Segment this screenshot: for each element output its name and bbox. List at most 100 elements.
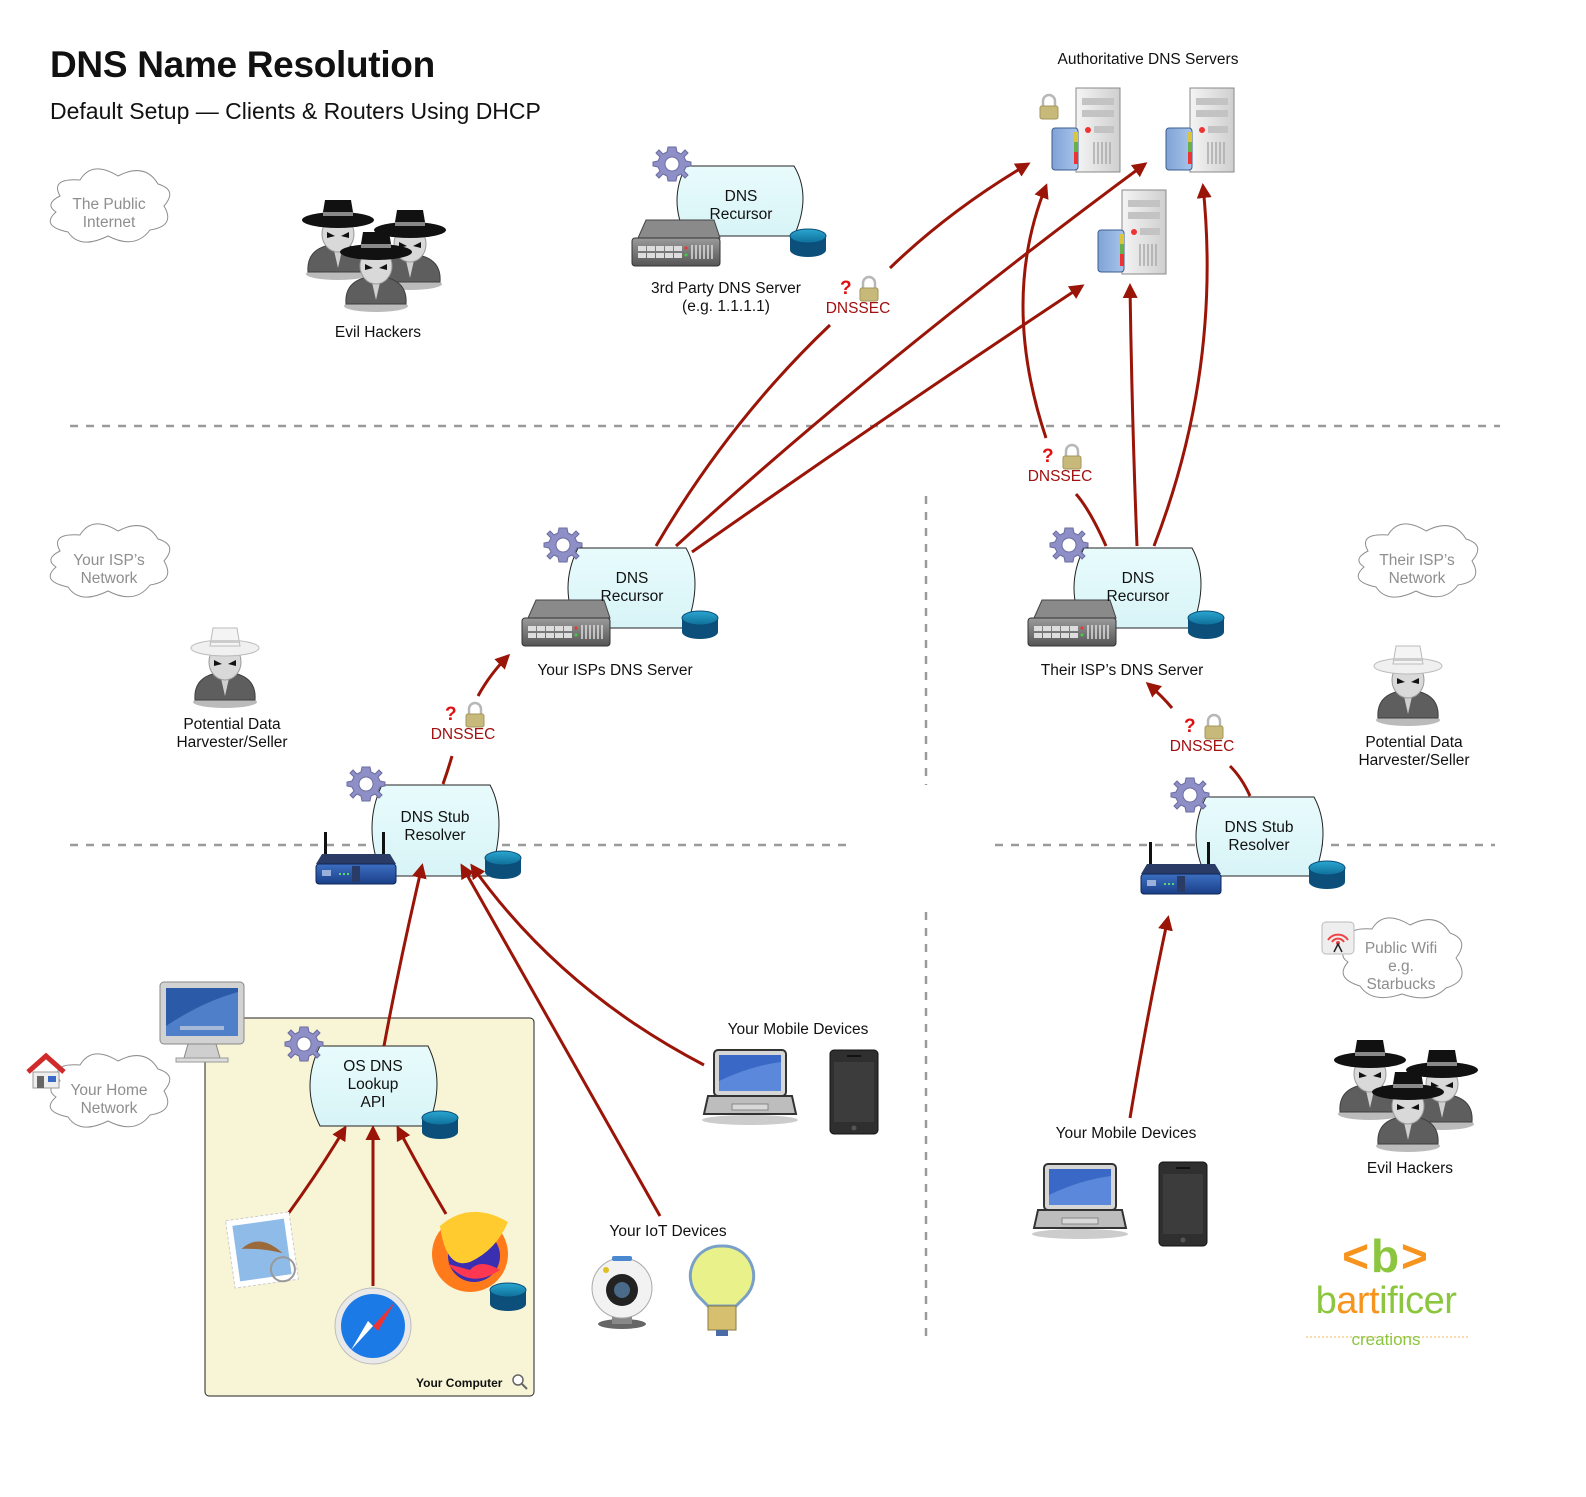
- arrow-thirdparty-auth: [888, 162, 1031, 270]
- zone-label-line: Your ISP’s: [73, 552, 145, 569]
- dnssec-badge-thirdparty: ? DNSSEC: [818, 278, 898, 318]
- label-line: Potential Data: [1365, 734, 1463, 751]
- pill-line: Recursor: [1106, 588, 1170, 605]
- pill-line: Resolver: [1228, 837, 1290, 854]
- your-computer-label: Your Computer: [416, 1376, 503, 1390]
- evil-hackers-label-top: Evil Hackers: [334, 324, 422, 341]
- third-party-recursor-text: DNS Recursor: [690, 188, 792, 224]
- label-line: Harvester/Seller: [1358, 752, 1470, 769]
- router-icon-home: [315, 831, 397, 885]
- logo-word-part: b: [1315, 1280, 1337, 1322]
- arrow-wifimobile-stub: [1128, 915, 1173, 1119]
- question-mark-icon: ?: [1184, 716, 1196, 737]
- cache-icon-home-stub: [484, 850, 522, 880]
- pill-line: Recursor: [600, 588, 664, 605]
- pill-line: Recursor: [709, 206, 773, 223]
- laptop-icon-home: [701, 1049, 799, 1126]
- gear-icon-wifi-stub: [1170, 777, 1210, 813]
- their-isp-recursor-text: DNS Recursor: [1088, 570, 1188, 606]
- laptop-icon-wifi: [1031, 1163, 1129, 1240]
- logo-wordmark: bartificer: [1300, 1280, 1472, 1322]
- iot-devices-label: Your IoT Devices: [609, 1223, 727, 1240]
- cache-icon-os-api: [421, 1110, 459, 1140]
- gear-icon-your-isp: [543, 527, 583, 563]
- dnssec-label: DNSSEC: [1027, 468, 1093, 485]
- pill-line: DNS: [615, 570, 649, 587]
- arrow-homestub-isp-upper: [476, 653, 511, 697]
- dnssec-badge-wifistub: ? DNSSEC: [1162, 716, 1242, 756]
- zone-label-public-wifi: Public Wifi e.g. Starbucks: [1352, 940, 1450, 994]
- home-stub-resolver-text: DNS Stub Resolver: [385, 809, 485, 845]
- data-harvester-icon-left: [190, 627, 260, 709]
- logo-bracket-close: >: [1401, 1230, 1430, 1282]
- dnssec-label: DNSSEC: [430, 726, 496, 743]
- server-icon-your-isp: [521, 599, 611, 647]
- label-line: 3rd Party DNS Server: [651, 280, 801, 297]
- logo-b: b: [1370, 1230, 1402, 1282]
- evil-hackers-icon-top: [301, 199, 447, 313]
- arrow-wifistub-theirisp-upper: [1145, 682, 1174, 709]
- dnssec-badge-theirisp: ? DNSSEC: [1020, 446, 1100, 486]
- pill-line: DNS: [1121, 570, 1155, 587]
- zone-label-line: e.g.: [1388, 958, 1414, 975]
- pill-line: DNS Stub: [400, 809, 470, 826]
- gear-icon-their-isp: [1049, 527, 1089, 563]
- cache-icon-third-party: [789, 228, 827, 258]
- logo-tagline: creations: [1351, 1330, 1421, 1349]
- lightbulb-icon: [688, 1244, 756, 1336]
- cache-icon-your-isp: [681, 610, 719, 640]
- cache-icon-firefox: [489, 1282, 527, 1312]
- logo-bracket-open: <: [1342, 1230, 1371, 1282]
- zone-label-line: Your Home: [70, 1082, 148, 1099]
- lock-icon-authoritative: [1038, 93, 1060, 121]
- server-icon-their-isp: [1027, 599, 1117, 647]
- mobile-devices-label-wifi: Your Mobile Devices: [1055, 1125, 1197, 1142]
- zone-label-line: Network: [80, 1100, 138, 1117]
- safari-app-icon: [334, 1287, 412, 1365]
- question-mark-icon: ?: [840, 278, 852, 299]
- logo-mark: <b>: [1300, 1232, 1472, 1280]
- gear-icon-home-stub: [346, 766, 386, 802]
- your-isp-recursor-text: DNS Recursor: [582, 570, 682, 606]
- your-isp-server-caption: Your ISPs DNS Server: [537, 662, 693, 679]
- mail-app-icon: [225, 1211, 299, 1289]
- authoritative-server-icon-3: [1097, 189, 1167, 275]
- pill-line: Resolver: [404, 827, 466, 844]
- pill-line: DNS Stub: [1224, 819, 1294, 836]
- zone-label-your-isp: Your ISP’s Network: [60, 552, 158, 588]
- third-party-server-caption: 3rd Party DNS Server (e.g. 1.1.1.1): [634, 280, 818, 316]
- gear-icon-os-api: [284, 1026, 324, 1062]
- cache-icon-their-isp: [1187, 610, 1225, 640]
- pill-line: API: [360, 1094, 386, 1111]
- arrow-theirisp-auth-mid: [1122, 283, 1139, 547]
- arrow-yourisp-auth1: [654, 323, 832, 547]
- label-line: (e.g. 1.1.1.1): [682, 298, 770, 315]
- logo-word-part: ificer: [1379, 1280, 1457, 1322]
- data-harvester-icon-right: [1373, 645, 1443, 727]
- zone-label-line: Starbucks: [1366, 976, 1436, 993]
- authoritative-server-icon-1: [1051, 87, 1121, 173]
- bartificer-logo: <b> bartificer creations: [1300, 1232, 1472, 1350]
- data-harvester-label-left: Potential Data Harvester/Seller: [160, 716, 304, 752]
- zone-label-line: Network: [1388, 570, 1446, 587]
- logo-word-part: art: [1336, 1280, 1380, 1322]
- dnssec-badge-homestub: ? DNSSEC: [423, 704, 503, 744]
- zone-label-line: Public Wifi: [1364, 940, 1438, 957]
- their-isp-server-caption: Their ISP’s DNS Server: [1040, 662, 1204, 679]
- zone-label-line: Internet: [82, 214, 136, 231]
- data-harvester-label-right: Potential Data Harvester/Seller: [1342, 734, 1486, 770]
- zone-label-line: Their ISP’s: [1379, 552, 1455, 569]
- question-mark-icon: ?: [1042, 446, 1054, 467]
- pill-line: Lookup: [347, 1076, 399, 1093]
- authoritative-servers-caption: Authoritative DNS Servers: [1057, 51, 1239, 68]
- wifi-stub-resolver-text: DNS Stub Resolver: [1209, 819, 1309, 855]
- server-icon-third-party: [631, 219, 721, 267]
- zone-label-line: Network: [80, 570, 138, 587]
- label-line: Harvester/Seller: [176, 734, 288, 751]
- evil-hackers-icon-bottom: [1333, 1039, 1479, 1153]
- pill-line: OS DNS: [343, 1058, 403, 1075]
- arrow-homestub-isp-lower: [441, 755, 454, 785]
- authoritative-server-icon-2: [1165, 87, 1235, 173]
- phone-icon-wifi: [1158, 1161, 1208, 1247]
- evil-hackers-label-bottom: Evil Hackers: [1366, 1160, 1454, 1177]
